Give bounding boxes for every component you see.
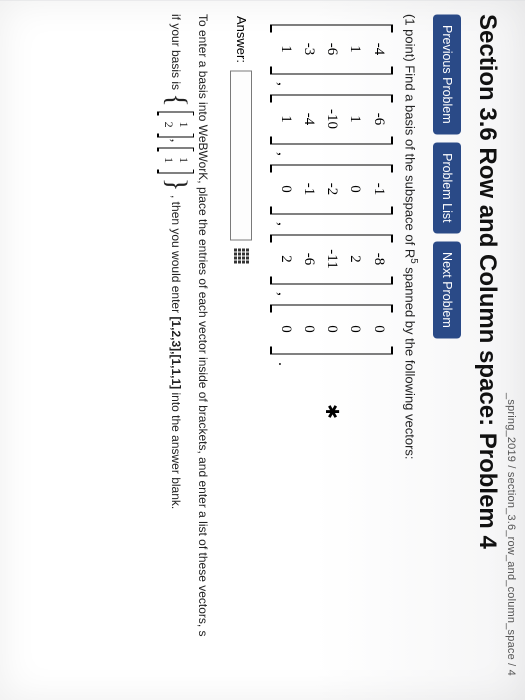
vector-3: -10-2-10 [270, 164, 392, 214]
problem-nav: Previous Problem Problem List Next Probl… [433, 14, 461, 686]
vectors-display: -41-6-31 , -61-10-41 , -10-2-10 , -82-11… [270, 14, 392, 686]
page-title: Section 3.6 Row and Column space: Proble… [473, 14, 501, 686]
cursor-icon: ✱ [321, 404, 342, 419]
vector-5: 00000 [270, 304, 392, 354]
vector-4: -82-11-62 [270, 234, 392, 284]
answer-label: Answer: [234, 16, 249, 63]
vector-1: -41-6-31 [270, 24, 392, 74]
hint-text: To enter a basis into WeBWorK, place the… [157, 14, 212, 686]
breadcrumb: _spring_2019 / section_3.6_row_and_colum… [505, 14, 517, 686]
problem-list-button[interactable]: Problem List [433, 142, 461, 233]
previous-problem-button[interactable]: Previous Problem [433, 14, 461, 135]
next-problem-button[interactable]: Next Problem [433, 241, 461, 339]
vector-2: -61-10-41 [270, 94, 392, 144]
problem-prompt: (1 point) Find a basis of the subspace o… [403, 14, 419, 686]
answer-input[interactable] [230, 71, 252, 241]
calculator-icon[interactable] [234, 249, 249, 264]
